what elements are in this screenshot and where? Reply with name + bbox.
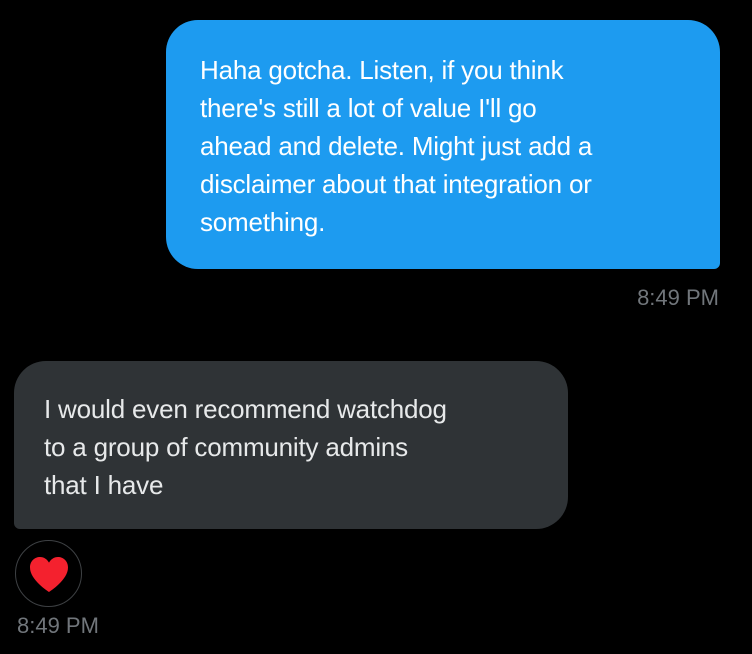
received-message-bubble[interactable]: I would even recommend watchdog to a gro… [14, 361, 568, 529]
sent-message-timestamp: 8:49 PM [637, 285, 719, 310]
heart-icon [29, 556, 68, 592]
received-message-timestamp: 8:49 PM [17, 613, 99, 638]
sent-message-bubble[interactable]: Haha gotcha. Listen, if you think there'… [166, 20, 720, 269]
reaction-badge[interactable] [15, 540, 82, 607]
